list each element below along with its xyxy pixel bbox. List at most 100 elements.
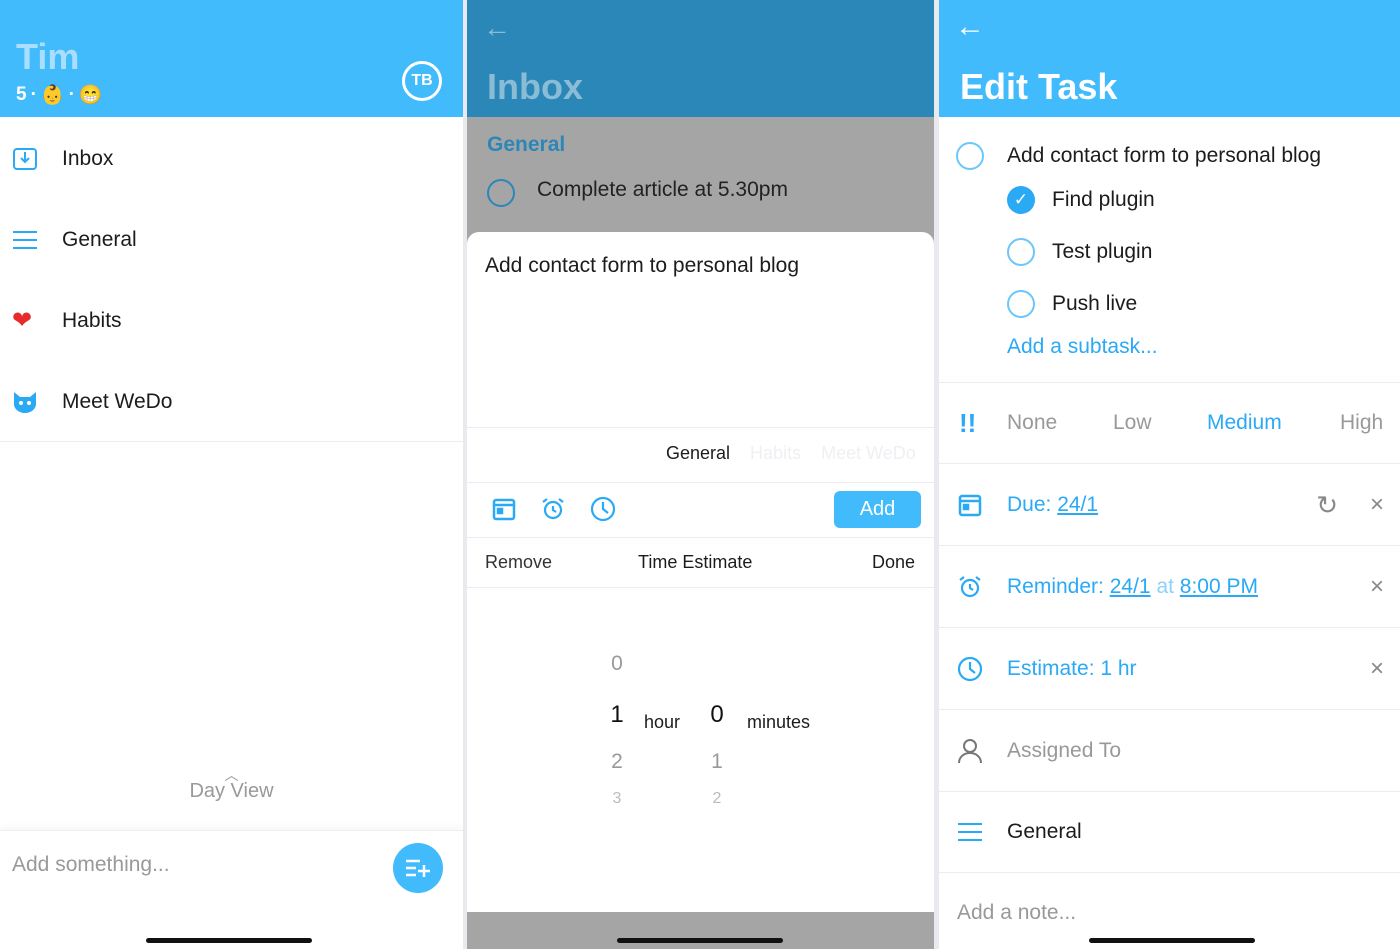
list-picker[interactable]: General Habits Meet WeDo [666,443,916,464]
inbox-header: ← Inbox [467,0,934,117]
sidebar-item-general[interactable]: General [0,199,463,280]
sidebar-item-meet-wedo[interactable]: Meet WeDo [0,361,463,442]
subtask-title[interactable]: Push live [1052,292,1137,316]
cat-icon [0,390,62,414]
edit-header: ← Edit Task [939,0,1400,117]
edit-task-screen: ← Edit Task Add contact form to personal… [939,0,1400,949]
list-name: General [1007,820,1082,843]
profile-header: Tim 5 · 👶 · 😁 TB [0,0,463,117]
bottom-dim [467,912,934,949]
list-option-general[interactable]: General [666,443,730,464]
divider [467,427,934,428]
alarm-icon[interactable] [540,496,566,527]
reminder-time-link[interactable]: 8:00 PM [1180,575,1258,598]
list-option-habits[interactable]: Habits [750,443,801,464]
sidebar-item-label: Habits [62,308,122,332]
priority-row: !! None Low Medium High [939,383,1400,464]
list-row[interactable]: General [939,792,1400,873]
due-row[interactable]: Due: 24/1 ↻ × [939,465,1400,546]
reminder-label: Reminder: [1007,575,1104,598]
minutes-wheel[interactable]: 0 1 2 [697,652,737,810]
repeat-icon[interactable]: ↻ [1316,490,1338,521]
list-option-meet-wedo[interactable]: Meet WeDo [821,443,916,464]
reminder-row[interactable]: Reminder: 24/1 at 8:00 PM × [939,547,1400,628]
calendar-icon[interactable] [491,496,517,527]
avatar[interactable]: TB [402,61,442,101]
sidebar-item-habits[interactable]: ❤ Habits [0,280,463,361]
sidebar-screen: Tim 5 · 👶 · 😁 TB Inbox General ❤ Habits Me… [0,0,463,949]
task-input[interactable]: Add contact form to personal blog [485,254,799,278]
task-checkbox[interactable] [487,179,515,207]
alarm-icon [939,574,1007,600]
subtask-checkbox-checked[interactable]: ✓ [1007,186,1035,214]
divider [467,587,934,588]
baby-emoji: 👶 [40,85,65,106]
wheel-option: 2 [712,790,722,807]
user-level: 5 · 👶 · 😁 [16,83,103,107]
wheel-selected: 0 [710,701,724,728]
divider [467,482,934,483]
due-date-link[interactable]: 24/1 [1057,493,1098,516]
person-icon [939,738,1007,764]
home-indicator [1089,938,1255,943]
add-subtask-link[interactable]: Add a subtask... [1007,335,1158,359]
task-checkbox[interactable] [956,142,984,170]
priority-none[interactable]: None [1007,411,1113,435]
assigned-row[interactable]: Assigned To [939,711,1400,792]
add-something-input[interactable]: Add something... [12,853,170,877]
quick-add-button[interactable] [393,843,443,893]
estimate-text: Estimate: 1 hr [1007,657,1137,680]
due-text: Due: 24/1 [1007,493,1098,517]
at-label: at [1156,575,1174,598]
hours-wheel[interactable]: 0 1 2 3 [597,652,637,810]
note-input[interactable]: Add a note... [957,901,1076,925]
back-arrow-icon[interactable]: ← [955,10,985,44]
priority-high[interactable]: High [1340,411,1383,435]
estimate-row[interactable]: Estimate: 1 hr × [939,629,1400,710]
divider [0,441,463,442]
assigned-to-label: Assigned To [1007,739,1122,762]
home-indicator [617,938,783,943]
grin-emoji: 😁 [78,85,103,106]
priority-low[interactable]: Low [1113,411,1207,435]
wheel-selected: 1 [610,701,624,728]
new-task-sheet: Add contact form to personal blog Genera… [467,232,934,912]
remove-button[interactable]: Remove [485,552,552,573]
divider [467,537,934,538]
priority-icon: !! [959,407,977,438]
add-list-icon [406,859,430,877]
minutes-label: minutes [747,712,811,732]
subtask-checkbox[interactable] [1007,238,1035,266]
priority-medium[interactable]: Medium [1207,411,1340,435]
add-button[interactable]: Add [834,491,921,528]
wheel-option: 2 [611,750,623,773]
clock-icon [939,656,1007,682]
day-view-toggle[interactable]: ︿ Day View [0,767,463,803]
back-arrow-icon[interactable]: ← [483,12,511,44]
page-title: Inbox [487,66,583,107]
subtask-checkbox[interactable] [1007,290,1035,318]
hour-label: hour [644,712,681,732]
done-button[interactable]: Done [872,552,915,573]
subtask-title[interactable]: Test plugin [1052,240,1152,264]
sidebar-item-label: General [62,227,137,251]
inbox-screen: ← Inbox General Complete article at 5.30… [467,0,934,949]
task-title[interactable]: Complete article at 5.30pm [537,178,788,202]
clock-icon[interactable] [590,496,616,527]
inbox-icon [0,146,62,172]
wheel-option: 1 [711,750,723,773]
clear-due-icon[interactable]: × [1370,491,1384,519]
clear-estimate-icon[interactable]: × [1370,655,1384,683]
day-view-label: Day View [189,780,274,802]
chevron-up-icon: ︿ [224,767,239,783]
clear-reminder-icon[interactable]: × [1370,573,1384,601]
subtask-title[interactable]: Find plugin [1052,188,1155,212]
reminder-date-link[interactable]: 24/1 [1110,575,1151,598]
task-title[interactable]: Add contact form to personal blog [1007,144,1321,168]
reminder-text: Reminder: 24/1 at 8:00 PM [1007,575,1258,599]
sidebar-item-label: Meet WeDo [62,389,173,413]
level-value: 5 [16,84,27,105]
sidebar-item-inbox[interactable]: Inbox [0,118,463,199]
sidebar-item-label: Inbox [62,146,114,170]
section-title: General [487,133,566,156]
